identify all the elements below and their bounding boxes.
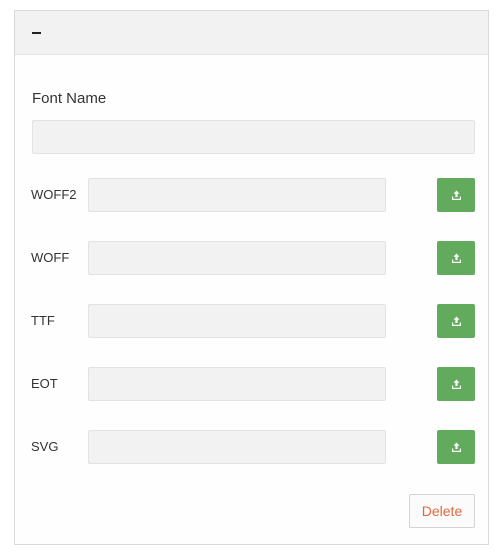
font-name-label: Font Name bbox=[32, 90, 107, 107]
file-label-eot: EOT bbox=[31, 376, 58, 391]
file-label-woff: WOFF bbox=[31, 250, 70, 265]
upload-icon bbox=[451, 190, 461, 200]
file-row-ttf: TTF bbox=[15, 304, 488, 338]
minus-icon[interactable] bbox=[25, 22, 47, 44]
file-label-svg: SVG bbox=[31, 439, 59, 454]
upload-icon bbox=[451, 316, 461, 326]
woff2-file-input[interactable] bbox=[88, 178, 386, 212]
file-row-svg: SVG bbox=[15, 430, 488, 464]
upload-icon bbox=[451, 253, 461, 263]
upload-icon bbox=[451, 442, 461, 452]
font-panel: Font Name WOFF2 WOFF TTF EOT SVG Delete bbox=[14, 10, 489, 545]
upload-icon bbox=[451, 379, 461, 389]
file-label-woff2: WOFF2 bbox=[31, 187, 77, 202]
svg-file-input[interactable] bbox=[88, 430, 386, 464]
woff-file-input[interactable] bbox=[88, 241, 386, 275]
ttf-file-input[interactable] bbox=[88, 304, 386, 338]
delete-button[interactable]: Delete bbox=[409, 494, 475, 528]
file-row-eot: EOT bbox=[15, 367, 488, 401]
ttf-upload-button[interactable] bbox=[437, 304, 475, 338]
svg-upload-button[interactable] bbox=[437, 430, 475, 464]
woff2-upload-button[interactable] bbox=[437, 178, 475, 212]
file-row-woff: WOFF bbox=[15, 241, 488, 275]
eot-file-input[interactable] bbox=[88, 367, 386, 401]
file-row-woff2: WOFF2 bbox=[15, 178, 488, 212]
woff-upload-button[interactable] bbox=[437, 241, 475, 275]
font-name-input[interactable] bbox=[32, 120, 475, 154]
eot-upload-button[interactable] bbox=[437, 367, 475, 401]
panel-header bbox=[15, 11, 488, 55]
file-label-ttf: TTF bbox=[31, 313, 55, 328]
